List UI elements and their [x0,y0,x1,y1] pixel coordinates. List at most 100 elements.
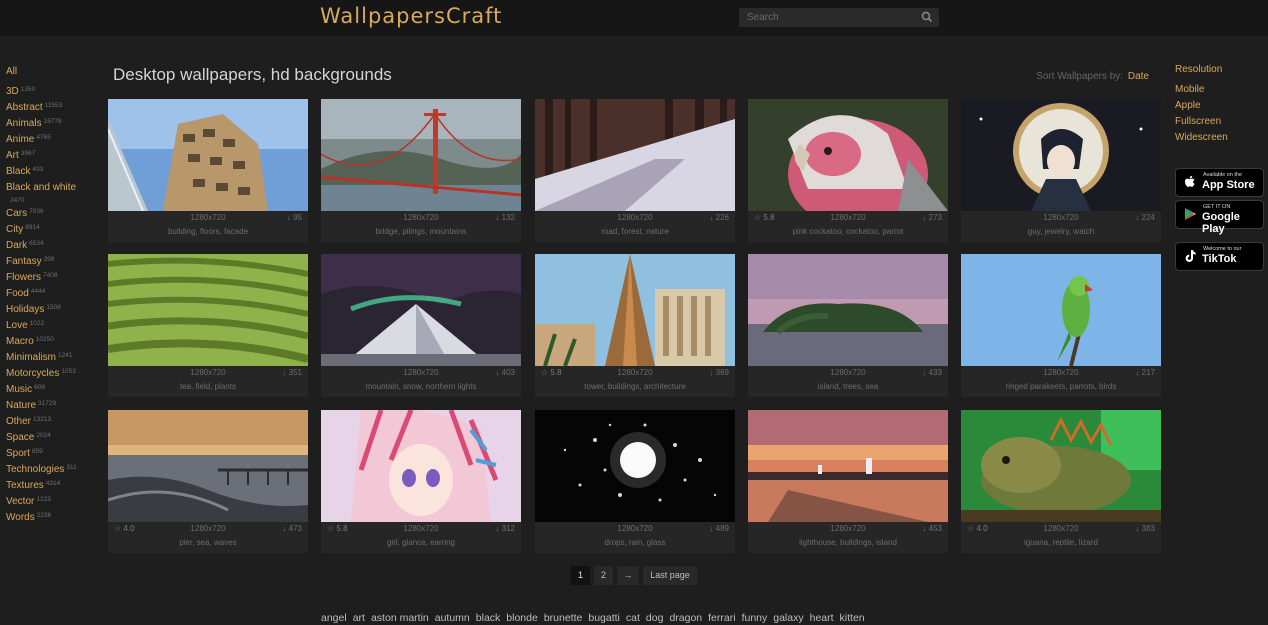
category-item[interactable]: Textures 4314 [6,478,102,494]
popular-tag-link[interactable]: blonde [506,612,538,624]
tiktok-badge[interactable]: Welcome to our TikTok [1175,242,1264,271]
category-item[interactable]: Holidays 1508 [6,302,102,318]
google-play-badge[interactable]: GET IT ON Google Play [1175,200,1264,235]
download-count: ↓ 403 [495,368,515,377]
wallpaper-card[interactable]: 1280x720 ↓ 217 ringed parakeets, parrots, … [961,254,1161,397]
category-item[interactable]: Fantasy 399 [6,254,102,270]
wallpaper-tags: tower, buildings, architecture [584,382,686,391]
popular-tag-link[interactable]: funny [742,612,768,624]
app-store-badge[interactable]: Available on the App Store [1175,168,1264,197]
resolution-mobile[interactable]: Mobile [1175,82,1265,98]
resolution-widescreen[interactable]: Widescreen [1175,130,1265,146]
popular-tag-link[interactable]: ferrari [708,612,735,624]
popular-tag-link[interactable]: cat [626,612,640,624]
popular-tag-link[interactable]: brunette [544,612,583,624]
wallpaper-card[interactable]: ☆ 4.0 1280x720 ↓ 383 iguana, reptile, lizar… [961,410,1161,553]
category-item[interactable]: Cars 7036 [6,206,102,222]
wallpaper-thumbnail[interactable] [321,254,521,366]
wallpaper-card[interactable]: ☆ 5.8 1280x720 ↓ 273 pink cockatoo, cockato… [748,99,948,242]
wallpaper-card[interactable]: ☆ 5.8 1280x720 ↓ 369 tower, buildings, arch… [535,254,735,397]
page-1-button[interactable]: 1 [571,566,590,585]
popular-tag-link[interactable]: black [476,612,501,624]
wallpaper-resolution: 1280x720 [190,524,226,533]
wallpaper-thumbnail[interactable] [321,99,521,211]
category-item[interactable]: Abstract 11553 [6,100,102,116]
resolution-apple[interactable]: Apple [1175,98,1265,114]
page-2-button[interactable]: 2 [594,566,613,585]
wallpaper-thumbnail[interactable] [748,254,948,366]
resolution-title[interactable]: Resolution [1175,64,1265,75]
wallpaper-card[interactable]: ☆ 4.0 1280x720 ↓ 473 pier, sea, waves [108,410,308,553]
wallpaper-card[interactable]: 1280x720 ↓ 403 mountain, snow, northern li… [321,254,521,397]
category-item[interactable]: Sport 859 [6,446,102,462]
category-item[interactable]: Black and white 2470 [6,180,102,206]
popular-tag-link[interactable]: aston martin [371,612,429,624]
popular-tag-link[interactable]: bugatti [588,612,620,624]
category-item[interactable]: Dark 6534 [6,238,102,254]
wallpaper-card[interactable]: 1280x720 ↓ 351 tea, field, plants [108,254,308,397]
category-item[interactable]: Minimalism 1241 [6,350,102,366]
category-count: 2024 [36,432,51,439]
wallpaper-thumbnail[interactable] [961,99,1161,211]
category-item[interactable]: Flowers 7408 [6,270,102,286]
category-item[interactable]: Food 4444 [6,286,102,302]
popular-tag-link[interactable]: angel [321,612,347,624]
category-item[interactable]: Words 2236 [6,510,102,526]
site-logo[interactable]: WallpapersCraft [320,4,502,28]
resolution-fullscreen[interactable]: Fullscreen [1175,114,1265,130]
download-count: ↓ 351 [282,368,302,377]
wallpaper-thumbnail[interactable] [535,99,735,211]
wallpaper-thumbnail[interactable] [535,254,735,366]
download-count: ↓ 312 [495,524,515,533]
popular-tag-link[interactable]: dog [646,612,664,624]
search-icon[interactable] [921,11,933,23]
wallpaper-card[interactable]: 1280x720 ↓ 95 building, floors, facade [108,99,308,242]
category-item[interactable]: Vector 1223 [6,494,102,510]
wallpaper-thumbnail[interactable] [748,99,948,211]
sort-value-link[interactable]: Date [1128,71,1149,82]
category-item[interactable]: Anime 4765 [6,132,102,148]
category-item[interactable]: Technologies 311 [6,462,102,478]
wallpaper-thumbnail[interactable] [108,254,308,366]
category-all[interactable]: All [6,64,102,80]
wallpaper-thumbnail[interactable] [961,410,1161,522]
download-value: 369 [715,368,729,377]
category-item[interactable]: Animals 16778 [6,116,102,132]
category-item[interactable]: Space 2024 [6,430,102,446]
wallpaper-thumbnail[interactable] [961,254,1161,366]
category-item[interactable]: Love 1022 [6,318,102,334]
category-item[interactable]: City 8914 [6,222,102,238]
category-item[interactable]: Music 608 [6,382,102,398]
category-count: 3967 [20,150,36,157]
category-item[interactable]: 3D 1350 [6,84,102,100]
download-value: 351 [288,368,302,377]
wallpaper-thumbnail[interactable] [108,410,308,522]
popular-tag-link[interactable]: dragon [669,612,702,624]
wallpaper-thumbnail[interactable] [748,410,948,522]
popular-tag-link[interactable]: art [353,612,365,624]
wallpaper-card[interactable]: 1280x720 ↓ 226 road, forest, nature [535,99,735,242]
wallpaper-card[interactable]: 1280x720 ↓ 489 drops, rain, glass [535,410,735,553]
popular-tag-link[interactable]: kitten [840,612,865,624]
wallpaper-thumbnail[interactable] [108,99,308,211]
next-page-button[interactable]: → [617,566,639,585]
popular-tag-link[interactable]: autumn [435,612,470,624]
search-input[interactable] [739,8,917,27]
wallpaper-card[interactable]: 1280x720 ↓ 132 bridge, pilings, mountains [321,99,521,242]
wallpaper-card[interactable]: ☆ 5.8 1280x720 ↓ 312 girl, glance, earring [321,410,521,553]
category-item[interactable]: Black 433 [6,164,102,180]
wallpaper-card[interactable]: 1280x720 ↓ 433 island, trees, sea [748,254,948,397]
wallpaper-thumbnail[interactable] [321,410,521,522]
popular-tag-link[interactable]: heart [810,612,834,624]
category-item[interactable]: Other 13213 [6,414,102,430]
category-item[interactable]: Art 3967 [6,148,102,164]
category-item[interactable]: Macro 10250 [6,334,102,350]
wallpaper-thumbnail[interactable] [535,410,735,522]
category-item[interactable]: Motorcycles 1053 [6,366,102,382]
wallpaper-tags: bridge, pilings, mountains [375,227,467,236]
category-item[interactable]: Nature 31729 [6,398,102,414]
wallpaper-card[interactable]: 1280x720 ↓ 224 guy, jewelry, watch [961,99,1161,242]
popular-tag-link[interactable]: galaxy [773,612,803,624]
wallpaper-card[interactable]: 1280x720 ↓ 453 lighthouse, buildings, isla… [748,410,948,553]
last-page-button[interactable]: Last page [643,566,697,585]
